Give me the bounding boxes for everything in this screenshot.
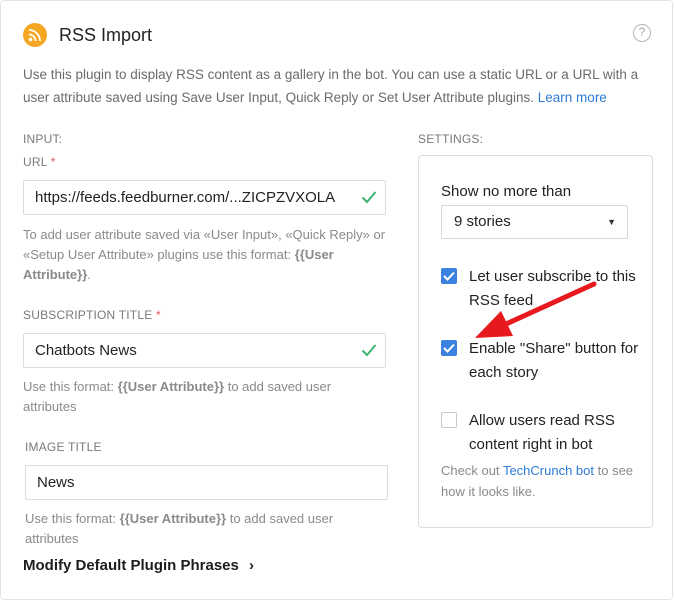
image-title-hint: Use this format: {{User Attribute}} to a…	[25, 509, 385, 549]
read-in-bot-option-label: Allow users read RSS content right in bo…	[441, 409, 641, 457]
show-limit-label: Show no more than	[441, 183, 572, 200]
rss-icon	[23, 23, 47, 47]
image-title-label: IMAGE TITLE	[25, 440, 102, 454]
url-hint-end: .	[87, 267, 91, 282]
image-title-value: News	[37, 474, 75, 491]
subscription-hint-pre: Use this format:	[23, 379, 115, 394]
valid-check-icon	[361, 344, 377, 357]
subscribe-option-text: Let user subscribe to this RSS feed	[469, 268, 636, 309]
modify-phrases-label: Modify Default Plugin Phrases	[23, 557, 239, 574]
url-value: https://feeds.feedburner.com/...ZICPZVXO…	[35, 189, 336, 206]
caret-down-icon: ▼	[607, 217, 616, 227]
url-input[interactable]: https://feeds.feedburner.com/...ZICPZVXO…	[23, 180, 386, 215]
share-option-label: Enable "Share" button for each story	[441, 337, 641, 385]
subscription-title-label-text: SUBSCRIPTION TITLE	[23, 308, 153, 322]
read-in-bot-option-text: Allow users read RSS content right in bo…	[469, 412, 615, 453]
subscription-title-value: Chatbots News	[35, 342, 137, 359]
plugin-title: RSS Import	[59, 24, 153, 45]
image-hint-pre: Use this format:	[25, 511, 117, 526]
url-label-text: URL	[23, 155, 48, 169]
url-hint: To add user attribute saved via «User In…	[23, 225, 388, 285]
required-mark: *	[155, 308, 161, 322]
share-option-text: Enable "Share" button for each story	[469, 340, 639, 381]
image-hint-format: {{User Attribute}}	[119, 511, 227, 526]
url-label: URL *	[23, 155, 56, 169]
stories-count-select[interactable]: 9 stories ▼	[441, 205, 628, 239]
image-title-input[interactable]: News	[25, 465, 388, 500]
note-pre: Check out	[441, 463, 500, 478]
techcrunch-note: Check out TechCrunch bot to see how it l…	[441, 460, 641, 502]
plugin-description: Use this plugin to display RSS content a…	[23, 63, 653, 109]
valid-check-icon	[361, 191, 377, 204]
modify-phrases-link[interactable]: Modify Default Plugin Phrases ›	[23, 557, 254, 574]
help-icon[interactable]: ?	[633, 24, 651, 42]
rss-import-card: RSS Import ? Use this plugin to display …	[0, 0, 673, 600]
input-section-label: INPUT:	[23, 132, 63, 146]
settings-section-label: SETTINGS:	[418, 132, 484, 146]
subscription-title-hint: Use this format: {{User Attribute}} to a…	[23, 377, 383, 417]
subscription-title-label: SUBSCRIPTION TITLE *	[23, 308, 161, 322]
learn-more-link[interactable]: Learn more	[538, 90, 607, 105]
subscribe-option-label: Let user subscribe to this RSS feed	[441, 265, 641, 313]
subscription-title-input[interactable]: Chatbots News	[23, 333, 386, 368]
plugin-header: RSS Import	[23, 23, 152, 47]
required-mark: *	[50, 155, 56, 169]
techcrunch-bot-link[interactable]: TechCrunch bot	[503, 463, 594, 478]
chevron-right-icon: ›	[249, 557, 255, 574]
subscription-hint-format: {{User Attribute}}	[117, 379, 225, 394]
stories-count-value: 9 stories	[454, 213, 511, 230]
